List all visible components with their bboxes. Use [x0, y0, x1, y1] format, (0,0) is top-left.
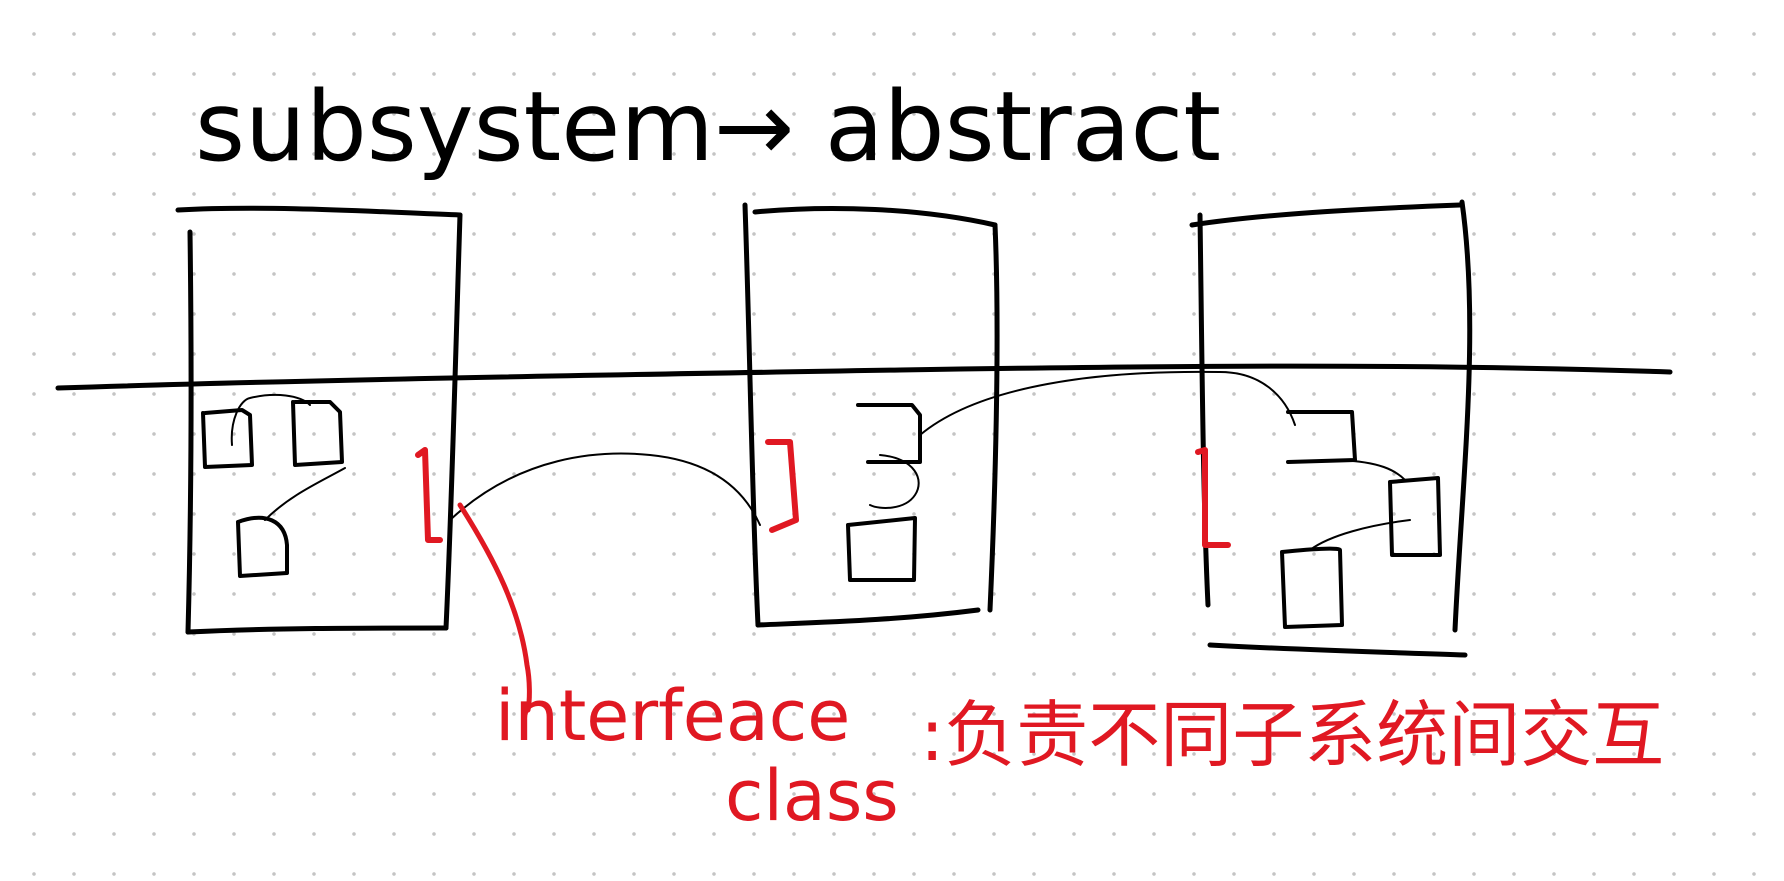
interface-marker-3: [1195, 447, 1231, 548]
link-box2-to-box3: [919, 370, 1296, 436]
interface-class-description: :负责不同子系统间交互: [920, 693, 1664, 777]
interface-class-label-line2: class: [725, 755, 899, 837]
interaction-links: [449, 370, 1296, 526]
abstraction-line: [55, 363, 1673, 391]
box3-classes: [1280, 410, 1442, 629]
interface-marker-2: [765, 439, 799, 533]
interface-markers: [415, 439, 1231, 548]
subsystem-box-1: [175, 205, 463, 635]
sketch-canvas: subsystem→ abstract interfeace class:负责…: [0, 0, 1784, 881]
subsystem-box-2: [742, 202, 1000, 628]
diagram-svg: subsystem→ abstract interfeace class:负责…: [55, 71, 1673, 837]
link-box1-to-box2: [449, 452, 761, 526]
interface-class-label-line1: interfeace: [495, 675, 850, 757]
box1-classes: [201, 393, 346, 578]
title-text: subsystem→ abstract: [195, 71, 1221, 183]
interface-marker-1: [415, 447, 443, 543]
subsystem-box-3: [1189, 199, 1473, 658]
box2-classes: [846, 403, 922, 582]
